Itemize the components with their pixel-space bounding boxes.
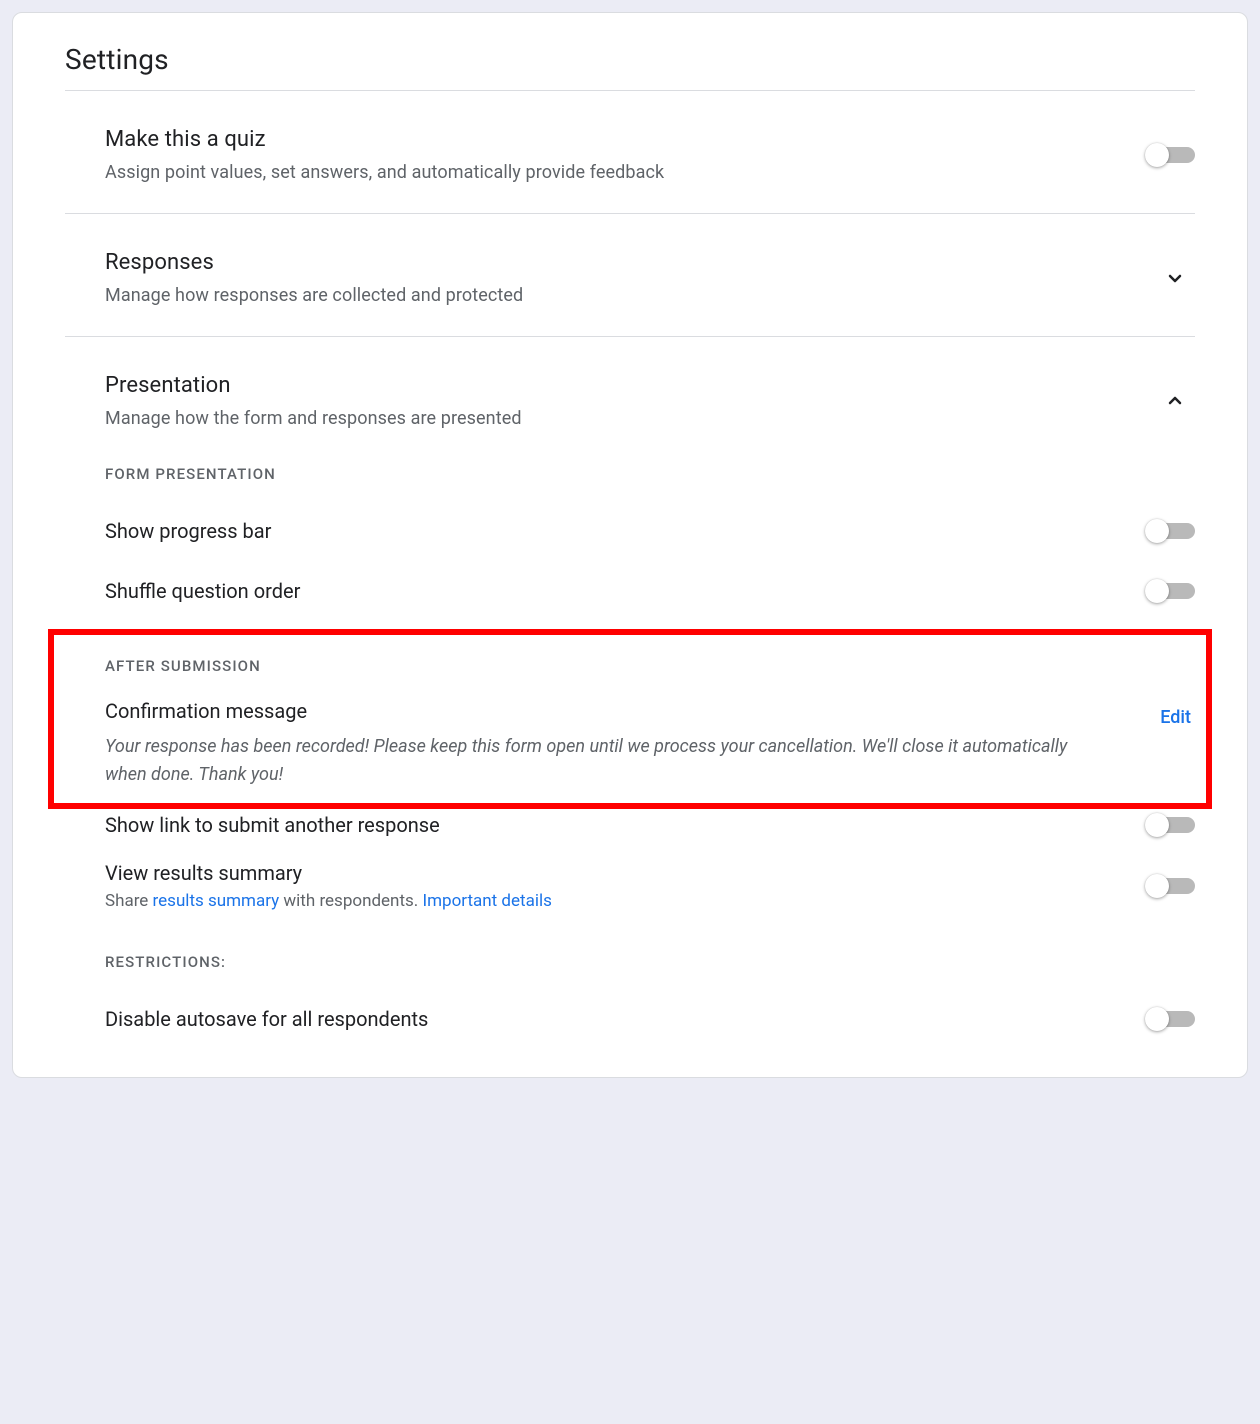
view-results-label: View results summary [105,861,552,885]
after-submission-label: AFTER SUBMISSION [105,657,1195,675]
section-presentation: Presentation Manage how the form and res… [65,337,1195,1049]
view-results-subtext: Share results summary with respondents. … [105,891,552,911]
show-progress-bar-toggle[interactable] [1145,518,1195,544]
disable-autosave-toggle[interactable] [1145,1006,1195,1032]
option-show-progress-bar: Show progress bar [105,501,1195,561]
edit-confirmation-button[interactable]: Edit [1156,699,1195,736]
presentation-subgroup: FORM PRESENTATION Show progress bar Shuf… [65,465,1195,1049]
show-submit-another-label: Show link to submit another response [105,813,440,837]
quiz-toggle[interactable] [1145,142,1195,168]
shuffle-questions-label: Shuffle question order [105,579,300,603]
confirmation-message-text: Your response has been recorded! Please … [105,733,1112,789]
form-presentation-label: FORM PRESENTATION [105,465,1195,483]
results-summary-link[interactable]: results summary [153,891,280,911]
show-submit-another-toggle[interactable] [1145,812,1195,838]
important-details-link[interactable]: Important details [423,891,552,911]
view-results-toggle[interactable] [1145,873,1195,899]
option-shuffle-questions: Shuffle question order [105,561,1195,621]
page-title: Settings [65,43,1195,76]
option-view-results: View results summary Share results summa… [105,855,1195,917]
view-results-sub-prefix: Share [105,891,153,911]
option-show-submit-another: Show link to submit another response [105,795,1195,855]
restrictions-label: RESTRICTIONS: [105,953,1195,971]
presentation-subtitle: Manage how the form and responses are pr… [105,408,522,429]
show-progress-bar-label: Show progress bar [105,519,271,543]
responses-subtitle: Manage how responses are collected and p… [105,285,523,306]
quiz-title: Make this a quiz [105,127,664,152]
section-quiz: Make this a quiz Assign point values, se… [65,91,1195,214]
option-disable-autosave: Disable autosave for all respondents [105,989,1195,1049]
chevron-up-icon[interactable] [1155,381,1195,421]
disable-autosave-label: Disable autosave for all respondents [105,1007,428,1031]
option-confirmation-message: Confirmation message Your response has b… [105,693,1195,795]
presentation-title: Presentation [105,373,522,398]
shuffle-questions-toggle[interactable] [1145,578,1195,604]
settings-card: Settings Make this a quiz Assign point v… [12,12,1248,1078]
confirmation-title: Confirmation message [105,699,1112,723]
chevron-down-icon[interactable] [1155,258,1195,298]
responses-title: Responses [105,250,523,275]
view-results-sub-mid: with respondents. [279,891,422,911]
quiz-subtitle: Assign point values, set answers, and au… [105,162,664,183]
section-responses: Responses Manage how responses are colle… [65,214,1195,337]
